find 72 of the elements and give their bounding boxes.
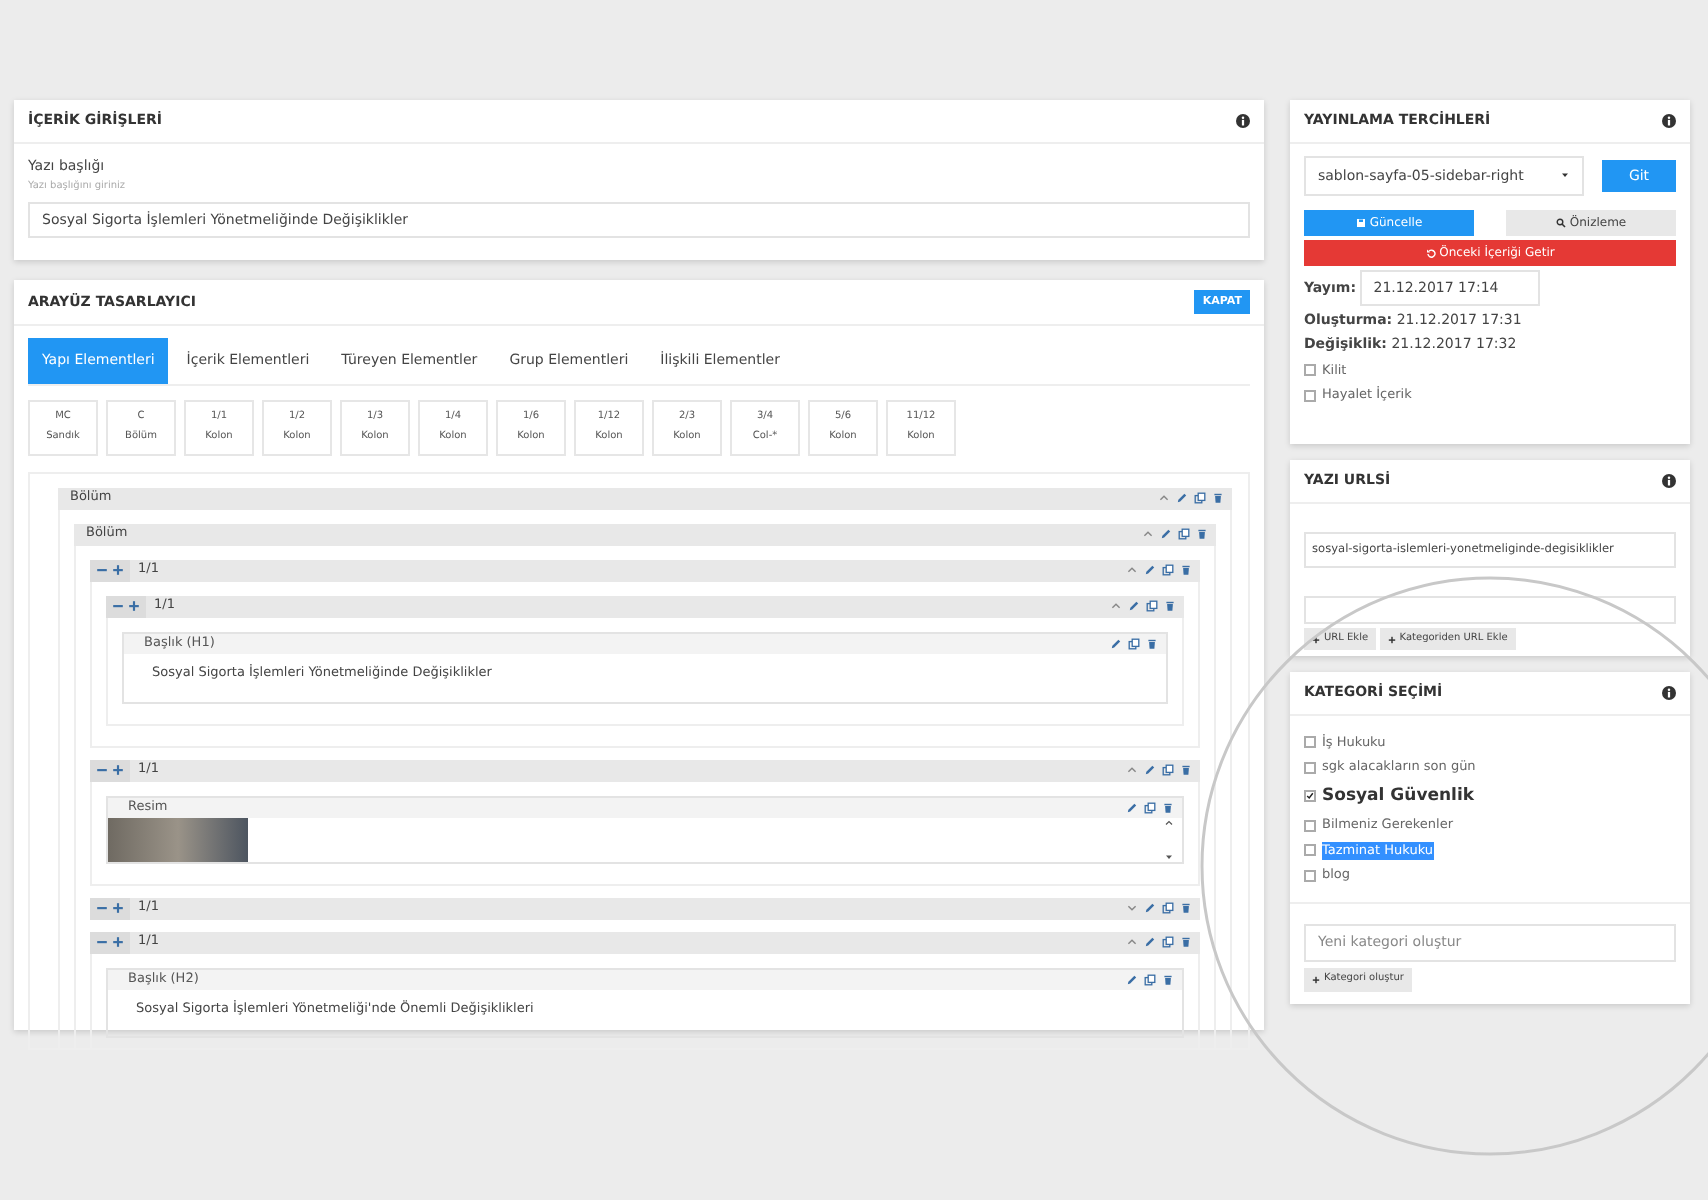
delete-icon[interactable] [1164, 600, 1176, 613]
delete-icon[interactable] [1180, 936, 1192, 948]
copy-icon[interactable] [1144, 973, 1156, 985]
checkbox[interactable] [1304, 819, 1316, 832]
copy-icon[interactable] [1162, 936, 1174, 948]
copy-icon[interactable] [1144, 801, 1156, 813]
caret-icon [1560, 170, 1570, 181]
delete-icon[interactable] [1162, 801, 1174, 813]
copy-icon[interactable] [1162, 564, 1174, 577]
plus-icon[interactable] [112, 936, 124, 948]
plus-icon [1312, 635, 1320, 644]
expand-icon[interactable] [1126, 902, 1138, 914]
minus-icon[interactable] [96, 764, 108, 776]
info-icon [1662, 473, 1676, 488]
collapse-icon[interactable] [1126, 564, 1138, 577]
checkbox[interactable] [1304, 736, 1316, 749]
edit-icon[interactable] [1144, 936, 1156, 948]
minus-icon[interactable] [112, 600, 124, 613]
edit-icon[interactable] [1128, 600, 1140, 613]
collapse-icon[interactable] [1110, 600, 1122, 613]
copy-icon[interactable] [1194, 492, 1206, 505]
checkbox[interactable] [1304, 790, 1316, 803]
scroll-up-icon[interactable] [1164, 817, 1174, 827]
plus-icon[interactable] [112, 902, 124, 914]
delete-icon[interactable] [1180, 764, 1192, 776]
delete-icon[interactable] [1162, 973, 1174, 985]
plus-icon[interactable] [112, 764, 124, 776]
copy-icon[interactable] [1128, 637, 1140, 650]
plus-icon [1387, 635, 1396, 644]
edit-icon[interactable] [1144, 902, 1156, 914]
copy-icon[interactable] [1162, 902, 1174, 914]
edit-icon[interactable] [1144, 564, 1156, 577]
edit-icon[interactable] [1110, 637, 1122, 650]
check-icon [1306, 790, 1314, 803]
edit-icon[interactable] [1126, 801, 1138, 813]
minus-icon[interactable] [96, 902, 108, 914]
plus-icon[interactable] [112, 564, 124, 577]
plus-icon[interactable] [128, 600, 140, 613]
delete-icon[interactable] [1146, 637, 1158, 650]
minus-icon[interactable] [96, 936, 108, 948]
copy-icon[interactable] [1178, 528, 1190, 541]
undo-icon [1425, 247, 1436, 258]
copy-icon[interactable] [1162, 764, 1174, 776]
delete-icon[interactable] [1180, 564, 1192, 577]
checkbox[interactable] [1304, 870, 1316, 883]
scroll-down-icon[interactable] [1164, 851, 1174, 861]
minus-icon[interactable] [96, 564, 108, 577]
info-icon [1662, 113, 1676, 128]
collapse-icon[interactable] [1158, 492, 1170, 505]
delete-icon[interactable] [1180, 902, 1192, 914]
delete-icon[interactable] [1212, 492, 1224, 505]
checkbox[interactable] [1304, 844, 1316, 857]
search-icon [1555, 218, 1566, 228]
edit-icon[interactable] [1126, 973, 1138, 985]
copy-icon[interactable] [1146, 600, 1158, 613]
plus-icon [1312, 975, 1320, 984]
edit-icon[interactable] [1176, 492, 1188, 505]
edit-icon[interactable] [1160, 528, 1172, 541]
extra-url-field[interactable] [1304, 596, 1676, 625]
checkbox[interactable] [1304, 364, 1316, 377]
info-icon [1662, 685, 1676, 700]
collapse-icon[interactable] [1126, 764, 1138, 776]
checkbox[interactable] [1304, 390, 1316, 403]
category-label: Sosyal Güvenlik [1322, 784, 1475, 810]
delete-icon[interactable] [1196, 528, 1208, 541]
collapse-icon[interactable] [1126, 936, 1138, 948]
collapse-icon[interactable] [1142, 528, 1154, 541]
save-icon [1355, 218, 1366, 228]
edit-icon[interactable] [1144, 764, 1156, 776]
photo-placeholder [108, 817, 248, 861]
checkbox[interactable] [1304, 762, 1316, 775]
info-icon [1236, 113, 1250, 128]
